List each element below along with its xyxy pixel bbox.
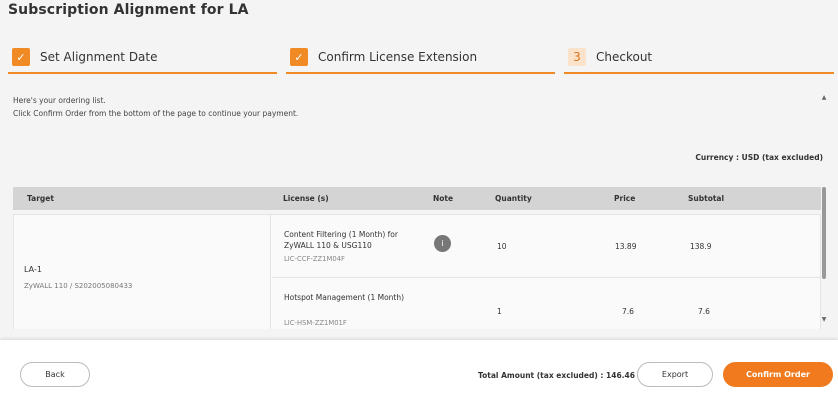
export-button[interactable]: Export — [637, 362, 713, 387]
info-line: Here's your ordering list. — [13, 96, 106, 105]
ordering-info: Here's your ordering list. Click Confirm… — [13, 94, 298, 120]
table-body: LA-1 ZyWALL 110 / S202005080433 Content … — [13, 214, 821, 329]
target-name: LA-1 — [24, 265, 42, 274]
table-row: Hotspot Management (1 Month) LIC-HSM-ZZ1… — [272, 278, 820, 329]
header-target: Target — [27, 194, 54, 203]
license-code: LIC-CCF-ZZ1M04F — [284, 255, 345, 263]
license-name: Content Filtering (1 Month) for ZyWALL 1… — [284, 230, 398, 250]
header-note: Note — [433, 194, 454, 203]
info-icon[interactable]: i — [434, 235, 451, 252]
license-code: LIC-HSM-ZZ1M01F — [284, 319, 347, 327]
quantity-cell: 10 — [497, 242, 507, 251]
check-icon: ✓ — [290, 48, 308, 66]
arrow-up-icon[interactable]: ▲ — [820, 94, 828, 102]
step-label: Set Alignment Date — [40, 50, 158, 64]
order-table: Target License (s) Note Quantity Price S… — [13, 187, 821, 329]
table-row: Content Filtering (1 Month) for ZyWALL 1… — [272, 215, 820, 278]
step-checkout[interactable]: 3 Checkout — [564, 44, 834, 74]
action-footer: Back Total Amount (tax excluded) : 146.4… — [0, 340, 838, 407]
scrollbar-thumb[interactable] — [822, 187, 826, 279]
price-cell: 7.6 — [622, 307, 634, 316]
confirm-order-button[interactable]: Confirm Order — [723, 362, 833, 387]
page-title: Subscription Alignment for LA — [8, 2, 249, 18]
step-label: Confirm License Extension — [318, 50, 478, 64]
total-amount: Total Amount (tax excluded) : 146.46 — [478, 371, 635, 380]
quantity-cell: 1 — [497, 307, 502, 316]
arrow-down-icon[interactable]: ▼ — [820, 316, 828, 324]
currency-label: Currency : USD (tax excluded) — [695, 153, 823, 162]
header-quantity: Quantity — [495, 194, 532, 203]
step-label: Checkout — [596, 50, 653, 64]
step-set-alignment-date[interactable]: ✓ Set Alignment Date — [8, 44, 277, 74]
subtotal-cell: 7.6 — [698, 307, 710, 316]
header-subtotal: Subtotal — [688, 194, 725, 203]
price-cell: 13.89 — [615, 242, 637, 251]
info-line: Click Confirm Order from the bottom of t… — [13, 109, 299, 118]
check-icon: ✓ — [12, 48, 30, 66]
step-confirm-license-extension[interactable]: ✓ Confirm License Extension — [286, 44, 555, 74]
target-cell: LA-1 ZyWALL 110 / S202005080433 — [14, 215, 271, 329]
back-button[interactable]: Back — [20, 362, 90, 387]
content-scrollbar[interactable]: ▲ ▼ — [820, 94, 828, 330]
table-header: Target License (s) Note Quantity Price S… — [13, 187, 821, 210]
checkout-stepper: ✓ Set Alignment Date ✓ Confirm License E… — [8, 44, 834, 74]
target-device: ZyWALL 110 / S202005080433 — [24, 282, 133, 290]
subtotal-cell: 138.9 — [690, 242, 712, 251]
license-name: Hotspot Management (1 Month) — [284, 293, 405, 302]
header-license: License (s) — [283, 194, 329, 203]
header-price: Price — [614, 194, 636, 203]
step-number: 3 — [568, 48, 586, 66]
